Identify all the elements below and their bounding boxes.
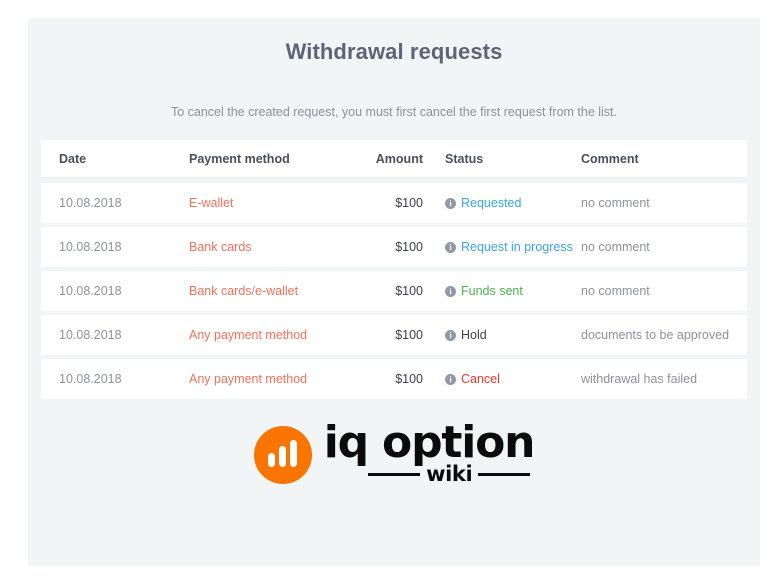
logo-bar-2 xyxy=(279,446,287,468)
logo-rule-right xyxy=(478,473,531,477)
cell-status: i Funds sent xyxy=(423,284,581,298)
cell-payment-method[interactable]: Any payment method xyxy=(189,372,345,386)
column-header-method: Payment method xyxy=(189,151,290,166)
cell-payment-method[interactable]: Bank cards xyxy=(189,240,345,254)
table-row: 10.08.2018 E-wallet $100 i Requested no … xyxy=(41,183,747,223)
info-icon[interactable]: i xyxy=(445,329,456,341)
iq-option-wiki-logo: iq option wiki xyxy=(28,417,760,487)
column-header-amount: Amount xyxy=(375,151,423,166)
page-subtitle: To cancel the created request, you must … xyxy=(170,105,618,119)
cell-date: 10.08.2018 xyxy=(59,240,122,254)
cell-comment: no comment xyxy=(581,196,650,210)
table-row: 10.08.2018 Any payment method $100 i Can… xyxy=(41,359,747,399)
page-title: Withdrawal requests xyxy=(285,39,503,64)
content-card: Withdrawal requests To cancel the create… xyxy=(28,18,760,566)
cell-status: i Hold xyxy=(423,328,581,342)
cell-amount: $100 xyxy=(395,372,423,386)
cell-comment: no comment xyxy=(581,284,650,298)
status-label: Cancel xyxy=(461,372,500,386)
info-icon[interactable]: i xyxy=(445,197,456,209)
withdrawal-requests-table: Date Payment method Amount Status Commen… xyxy=(41,140,747,403)
table-row: 10.08.2018 Bank cards $100 i Request in … xyxy=(41,227,747,267)
payment-method-label-secondary: e-wallet xyxy=(255,284,299,298)
cell-comment: documents to be approved xyxy=(581,328,730,342)
cell-status: i Cancel xyxy=(423,372,581,386)
table-row: 10.08.2018 Bank cards/e-wallet $100 i Fu… xyxy=(41,271,747,311)
cell-payment-method[interactable]: Any payment method xyxy=(189,328,345,342)
logo-rule-left xyxy=(368,473,421,477)
cell-status: i Request in progress xyxy=(423,240,581,254)
payment-method-label: Any payment method xyxy=(189,372,308,386)
cell-date: 10.08.2018 xyxy=(59,284,122,298)
cell-status: i Requested xyxy=(423,196,581,210)
info-icon[interactable]: i xyxy=(445,241,456,253)
cell-date: 10.08.2018 xyxy=(59,372,122,386)
cell-comment: withdrawal has failed xyxy=(581,372,698,386)
payment-method-label: Bank cards xyxy=(189,240,252,254)
cell-amount: $100 xyxy=(395,284,423,298)
cell-amount: $100 xyxy=(395,196,423,210)
payment-method-label: Any payment method xyxy=(189,328,308,342)
payment-method-label: E-wallet xyxy=(189,196,234,210)
bar-chart-circle-icon xyxy=(253,426,312,485)
cell-amount: $100 xyxy=(395,328,423,342)
column-header-status: Status xyxy=(445,151,484,166)
table-row: 10.08.2018 Any payment method $100 i Hol… xyxy=(41,315,747,355)
cell-payment-method[interactable]: Bank cards/e-wallet xyxy=(189,284,345,298)
logo-bar-1 xyxy=(268,453,276,468)
payment-method-label: Bank cards xyxy=(189,284,252,298)
cell-comment: no comment xyxy=(581,240,650,254)
column-header-date: Date xyxy=(59,151,87,166)
status-label: Request in progress xyxy=(461,240,573,254)
logo-wordmark: iq option xyxy=(323,417,536,468)
table-header-row: Date Payment method Amount Status Commen… xyxy=(41,140,747,178)
status-label: Requested xyxy=(461,196,522,210)
info-icon[interactable]: i xyxy=(445,285,456,297)
info-icon[interactable]: i xyxy=(445,373,456,385)
logo-bar-3 xyxy=(290,440,298,468)
cell-payment-method[interactable]: E-wallet xyxy=(189,196,345,210)
logo-sub-wordmark: wiki xyxy=(426,462,473,487)
column-header-comment: Comment xyxy=(581,151,639,166)
status-label: Funds sent xyxy=(461,284,523,298)
status-label: Hold xyxy=(461,328,487,342)
cell-date: 10.08.2018 xyxy=(59,196,122,210)
cell-amount: $100 xyxy=(395,240,423,254)
cell-date: 10.08.2018 xyxy=(59,328,122,342)
